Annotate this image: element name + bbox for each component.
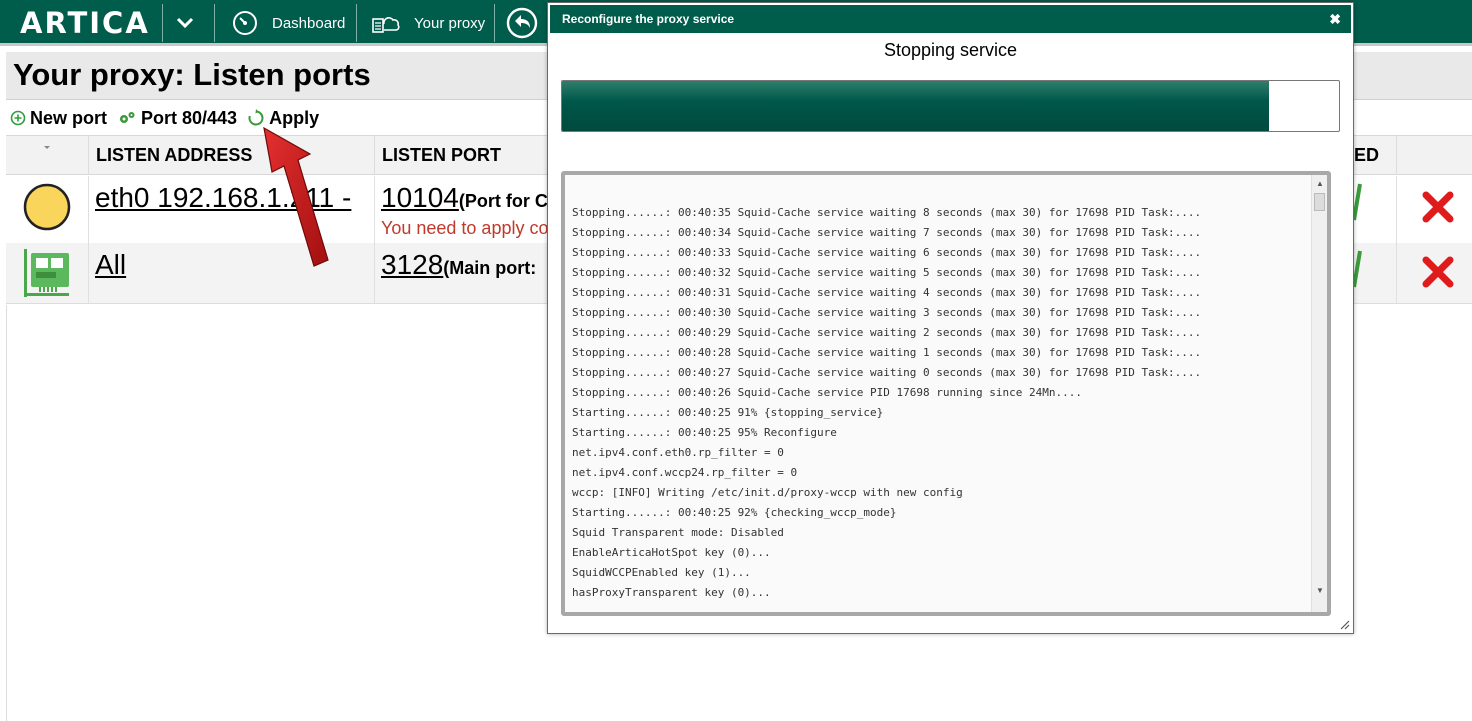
red-arrow-annotation — [263, 126, 329, 267]
delete-cell — [1396, 243, 1472, 303]
sort-column-header[interactable] — [6, 136, 88, 175]
back-arrow-icon — [506, 7, 538, 39]
page-left-border — [6, 305, 7, 721]
new-port-button[interactable]: New port — [10, 108, 107, 129]
log-line: Starting......: 00:40:25 92% {checking_w… — [572, 506, 897, 519]
header-delete — [1396, 136, 1472, 175]
log-line: Stopping......: 00:40:34 Squid-Cache ser… — [572, 226, 1202, 239]
address-link[interactable]: All — [95, 249, 126, 281]
log-output[interactable]: Stopping......: 00:40:35 Squid-Cache ser… — [561, 171, 1331, 616]
progress-bar — [561, 80, 1340, 132]
delete-x-icon[interactable] — [1421, 190, 1455, 224]
status-cell — [6, 243, 88, 303]
log-line: Stopping......: 00:40:27 Squid-Cache ser… — [572, 366, 1202, 379]
status-cell — [6, 176, 88, 243]
artica-logo[interactable]: ARTICA — [20, 8, 150, 38]
port-note: (Main port: — [443, 258, 537, 278]
log-line: Stopping......: 00:40:35 Squid-Cache ser… — [572, 206, 1202, 219]
progress-bar-fill — [562, 81, 1270, 131]
scroll-down-icon[interactable]: ▼ — [1312, 584, 1327, 598]
network-card-icon — [24, 249, 69, 297]
port-link[interactable]: 3128 — [381, 249, 443, 280]
log-line: Squid Transparent mode: Disabled — [572, 526, 784, 539]
log-line: hasProxyTransparent key (0)... — [572, 586, 771, 599]
port-80-443-button[interactable]: Port 80/443 — [117, 108, 237, 129]
log-line: Starting......: 00:40:25 95% Reconfigure — [572, 426, 837, 439]
delete-x-icon[interactable] — [1421, 255, 1455, 289]
nav-menu-toggle[interactable] — [175, 0, 209, 46]
log-line: Stopping......: 00:40:30 Squid-Cache ser… — [572, 306, 1202, 319]
reconfigure-proxy-modal: Reconfigure the proxy service ✖ Stopping… — [547, 2, 1354, 634]
chevron-down-icon — [176, 17, 194, 29]
apply-warning: You need to apply co — [381, 218, 549, 238]
log-line: EnableArticaHotSpot key (0)... — [572, 546, 771, 559]
new-port-label: New port — [30, 107, 108, 128]
scroll-up-icon[interactable]: ▲ — [1312, 177, 1327, 191]
nav-separator — [356, 4, 357, 42]
nav-your-proxy-label: Your proxy — [414, 14, 486, 32]
modal-header[interactable]: Reconfigure the proxy service ✖ — [550, 5, 1351, 33]
modal-title: Reconfigure the proxy service — [562, 12, 735, 26]
port-cell: 10104(Port for C You need to apply co — [374, 176, 574, 243]
status-circle-icon — [23, 183, 71, 231]
nav-separator — [162, 4, 163, 42]
port-cell: 3128(Main port: — [374, 243, 574, 303]
sort-indicator-icon — [44, 145, 50, 149]
log-scrollbar[interactable]: ▲ ▼ — [1311, 175, 1327, 612]
server-cloud-icon — [372, 17, 400, 33]
gears-icon — [120, 112, 135, 123]
nav-back[interactable] — [506, 0, 552, 46]
log-line: Starting......: 00:40:25 91% {stopping_s… — [572, 406, 884, 419]
page-title: Your proxy: Listen ports — [13, 57, 371, 92]
nav-dashboard-label: Dashboard — [272, 14, 346, 32]
delete-cell — [1396, 176, 1472, 243]
log-line: Stopping......: 00:40:28 Squid-Cache ser… — [572, 346, 1202, 359]
log-line: net.ipv4.conf.wccp24.rp_filter = 0 — [572, 466, 798, 479]
log-line: Stopping......: 00:40:33 Squid-Cache ser… — [572, 246, 1202, 259]
plus-circle-icon — [10, 110, 26, 126]
nav-separator — [214, 4, 215, 42]
log-line: net.ipv4.conf.eth0.rp_filter = 0 — [572, 446, 784, 459]
modal-status-text: Stopping service — [883, 40, 1018, 60]
port-note: (Port for C — [458, 191, 548, 211]
nav-separator — [494, 4, 495, 42]
close-icon[interactable]: ✖ — [1329, 11, 1341, 28]
speedometer-icon — [233, 11, 257, 35]
log-line: Stopping......: 00:40:29 Squid-Cache ser… — [572, 326, 1202, 339]
scroll-thumb[interactable] — [1314, 193, 1325, 211]
nav-dashboard[interactable]: Dashboard — [232, 0, 345, 46]
port-80-443-label: Port 80/443 — [141, 107, 238, 128]
log-lines: Stopping......: 00:40:35 Squid-Cache ser… — [572, 203, 1312, 603]
log-line: Stopping......: 00:40:31 Squid-Cache ser… — [572, 286, 1202, 299]
log-line: SquidWCCPEnabled key (1)... — [572, 566, 751, 579]
log-line: Stopping......: 00:40:32 Squid-Cache ser… — [572, 266, 1202, 279]
log-line: Stopping......: 00:40:26 Squid-Cache ser… — [572, 386, 1082, 399]
log-line: wccp: [INFO] Writing /etc/init.d/proxy-w… — [572, 486, 963, 499]
port-link[interactable]: 10104 — [381, 182, 459, 213]
resize-grip-icon[interactable] — [1338, 618, 1350, 630]
nav-your-proxy[interactable]: Your proxy — [372, 0, 485, 46]
